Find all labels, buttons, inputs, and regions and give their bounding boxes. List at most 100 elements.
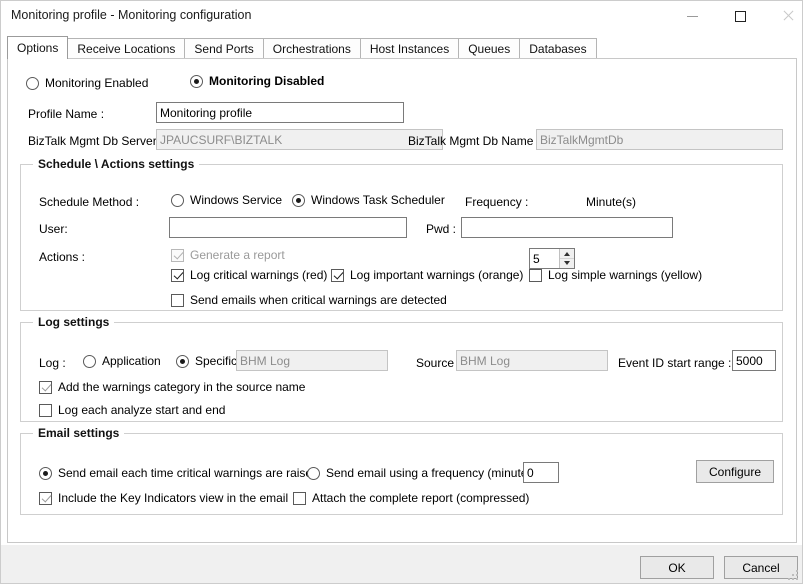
radio-log-application-label: Application [102,354,161,368]
checkbox-generate-report-label: Generate a report [190,248,285,262]
frequency-label: Frequency : [465,195,529,209]
tab-databases[interactable]: Databases [519,38,597,59]
email-frequency-input[interactable] [523,462,559,483]
checkbox-send-emails-critical-label: Send emails when critical warnings are d… [190,293,447,307]
checkbox-indicator [39,380,52,394]
radio-log-specific[interactable]: Specific [176,354,237,368]
tab-options[interactable]: Options [7,36,69,59]
window-title: Monitoring profile - Monitoring configur… [11,8,252,22]
resize-grip-icon[interactable] [787,569,799,581]
title-bar: Monitoring profile - Monitoring configur… [1,1,802,34]
schedule-method-label: Schedule Method : [39,195,140,209]
log-specific-input[interactable] [236,350,388,371]
checkbox-indicator [39,403,52,417]
radio-monitoring-enabled-label: Monitoring Enabled [45,76,149,90]
checkbox-attach-report[interactable]: Attach the complete report (compressed) [293,491,529,505]
tab-queues[interactable]: Queues [458,38,521,59]
checkbox-generate-report[interactable]: Generate a report [171,248,285,262]
radio-email-each-time[interactable]: Send email each time critical warnings a… [39,466,319,480]
log-label: Log : [39,356,66,370]
log-settings-group: Log settings Log : Application Specific … [20,315,783,422]
radio-indicator [26,76,39,90]
radio-email-frequency[interactable]: Send email using a frequency (minutes) : [307,466,544,480]
options-tab-panel: Monitoring Enabled Monitoring Disabled P… [7,58,797,543]
radio-monitoring-enabled[interactable]: Monitoring Enabled [26,76,148,90]
event-id-label: Event ID start range : [618,356,732,370]
configure-button[interactable]: Configure [696,460,774,483]
email-settings-group: Email settings Send email each time crit… [20,426,783,515]
radio-windows-service-label: Windows Service [190,193,283,207]
close-icon[interactable] [765,1,802,31]
ok-button[interactable]: OK [640,556,714,579]
radio-indicator [190,74,203,88]
checkbox-indicator [529,268,542,282]
log-source-input[interactable] [456,350,608,371]
log-settings-group-title: Log settings [33,315,115,329]
radio-monitoring-disabled[interactable]: Monitoring Disabled [190,74,324,88]
actions-label: Actions : [39,250,86,264]
monitoring-configuration-window: Monitoring profile - Monitoring configur… [0,0,803,584]
tab-strip: Options Receive Locations Send Ports Orc… [7,36,597,59]
radio-email-frequency-label: Send email using a frequency (minutes) : [326,466,545,480]
radio-windows-task-scheduler[interactable]: Windows Task Scheduler [292,193,445,207]
checkbox-attach-report-label: Attach the complete report (compressed) [312,491,530,505]
checkbox-indicator [171,268,184,282]
checkbox-log-simple-warnings[interactable]: Log simple warnings (yellow) [529,268,702,282]
checkbox-log-each-analyze[interactable]: Log each analyze start and end [39,403,225,417]
minimize-icon[interactable] [669,1,715,31]
frequency-input[interactable] [530,249,560,268]
profile-name-label: Profile Name : [28,107,105,121]
radio-monitoring-disabled-label: Monitoring Disabled [209,74,325,88]
schedule-actions-group: Schedule \ Actions settings Schedule Met… [20,157,783,311]
radio-windows-task-scheduler-label: Windows Task Scheduler [311,193,445,207]
event-id-input[interactable] [732,350,776,371]
checkbox-log-critical-warnings-label: Log critical warnings (red) [190,268,328,282]
radio-indicator [176,354,189,368]
pwd-label: Pwd : [426,222,457,236]
db-server-label: BizTalk Mgmt Db Server : [28,134,164,148]
user-input[interactable] [169,217,407,238]
profile-name-input[interactable] [156,102,404,123]
checkbox-include-key-indicators[interactable]: Include the Key Indicators view in the e… [39,491,288,505]
db-name-input[interactable] [536,129,783,150]
db-name-label: BizTalk Mgmt Db Name : [408,134,541,148]
radio-log-specific-label: Specific [195,354,238,368]
email-settings-group-title: Email settings [33,426,125,440]
radio-indicator [292,193,305,207]
pwd-input[interactable] [461,217,673,238]
tab-send-ports[interactable]: Send Ports [184,38,264,59]
radio-indicator [171,193,184,207]
frequency-spinner-buttons[interactable] [559,249,574,268]
checkbox-indicator [171,293,184,307]
checkbox-indicator [171,248,184,262]
radio-windows-service[interactable]: Windows Service [171,193,282,207]
radio-email-each-time-label: Send email each time critical warnings a… [58,466,319,480]
checkbox-include-key-indicators-label: Include the Key Indicators view in the e… [58,491,289,505]
db-server-input[interactable] [156,129,443,150]
radio-indicator [307,466,320,480]
checkbox-indicator [293,491,306,505]
tab-orchestrations[interactable]: Orchestrations [262,38,361,59]
frequency-unit-label: Minute(s) [586,195,637,209]
dialog-footer: OK Cancel [1,545,802,583]
checkbox-indicator [39,491,52,505]
user-label: User: [39,222,68,236]
checkbox-add-warnings-category[interactable]: Add the warnings category in the source … [39,380,305,394]
frequency-spinner[interactable] [529,248,575,269]
maximize-icon[interactable] [717,1,763,31]
checkbox-log-critical-warnings[interactable]: Log critical warnings (red) [171,268,327,282]
checkbox-send-emails-critical[interactable]: Send emails when critical warnings are d… [171,293,447,307]
spinner-up-icon[interactable] [560,249,574,258]
radio-indicator [83,354,96,368]
spinner-down-icon[interactable] [560,258,574,267]
checkbox-add-warnings-category-label: Add the warnings category in the source … [58,380,306,394]
log-source-label: Source : [416,356,461,370]
checkbox-log-important-warnings[interactable]: Log important warnings (orange) [331,268,523,282]
tab-host-instances[interactable]: Host Instances [359,38,460,59]
checkbox-indicator [331,268,344,282]
radio-log-application[interactable]: Application [83,354,161,368]
checkbox-log-each-analyze-label: Log each analyze start and end [58,403,226,417]
radio-indicator [39,466,52,480]
checkbox-log-simple-warnings-label: Log simple warnings (yellow) [548,268,703,282]
tab-receive-locations[interactable]: Receive Locations [67,38,186,59]
